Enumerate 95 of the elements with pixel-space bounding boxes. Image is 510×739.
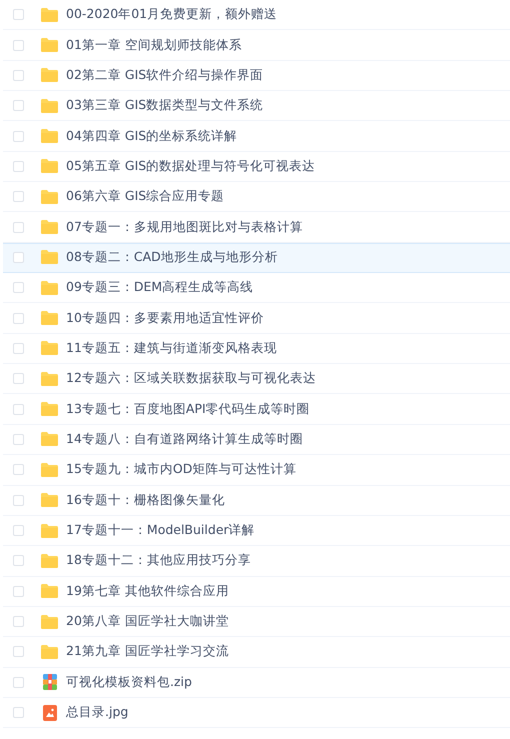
checkbox[interactable] [13,342,24,354]
folder-icon [41,280,58,295]
folder-icon [41,159,58,174]
folder-icon [41,584,58,598]
file-row[interactable]: 可视化模板资料包.zip [3,668,510,698]
folder-icon [41,644,58,659]
folder-icon [41,220,58,234]
file-row[interactable]: 05第五章 GIS的数据处理与符号化可视表达 [3,152,510,182]
checkbox[interactable] [13,616,24,628]
checkbox[interactable] [13,9,24,20]
folder-icon [41,524,58,538]
file-row[interactable]: 08专题二：CAD地形生成与地形分析 [3,242,510,274]
file-name[interactable]: 19第七章 其他软件综合应用 [66,582,229,600]
file-row[interactable]: 06第六章 GIS综合应用专题 [3,182,510,212]
file-row[interactable]: 01第一章 空间规划师技能体系 [3,30,510,61]
file-name[interactable]: 20第八章 国匠学社大咖讲堂 [66,613,229,630]
file-name[interactable]: 21第九章 国匠学社学习交流 [66,643,229,660]
checkbox[interactable] [13,464,24,476]
file-row[interactable]: 10专题四：多要素用地适宜性评价 [3,303,510,334]
file-row[interactable]: 09专题三：DEM高程生成等高线 [3,273,510,304]
checkbox[interactable] [13,222,24,233]
file-name[interactable]: 12专题六：区域关联数据获取与可视化表达 [66,370,316,388]
folder-icon [41,190,58,204]
folder-icon [41,68,58,82]
file-name[interactable]: 10专题四：多要素用地适宜性评价 [66,310,264,327]
file-row[interactable]: 02第二章 GIS软件介绍与操作界面 [3,60,510,92]
checkbox[interactable] [13,555,24,566]
file-name[interactable]: 18专题十二：其他应用技巧分享 [66,552,251,570]
file-name[interactable]: 03第三章 GIS数据类型与文件系统 [66,97,264,114]
file-name[interactable]: 05第五章 GIS的数据处理与符号化可视表达 [66,158,316,175]
folder-icon [41,250,58,264]
checkbox[interactable] [13,252,24,263]
checkbox[interactable] [13,282,24,294]
file-name[interactable]: 16专题十：栅格图像矢量化 [66,492,225,509]
checkbox[interactable] [13,40,24,51]
folder-icon [41,372,58,386]
file-row[interactable]: 20第八章 国匠学社大咖讲堂 [3,606,510,638]
checkbox[interactable] [13,404,24,415]
file-row[interactable]: 11专题五：建筑与街道渐变风格表现 [3,334,510,364]
folder-icon [41,614,58,629]
checkbox[interactable] [13,586,24,597]
file-row[interactable]: 00-2020年01月免费更新，额外赠送 [3,0,510,30]
checkbox[interactable] [13,70,24,81]
checkbox[interactable] [13,160,24,172]
folder-icon [41,462,58,477]
archive-icon [41,674,58,690]
file-name[interactable]: 17专题十一：ModelBuilder详解 [66,522,255,540]
file-name[interactable]: 14专题八：自有道路网络计算生成等时圈 [66,430,303,448]
file-row[interactable]: 18专题十二：其他应用技巧分享 [3,546,510,577]
file-name[interactable]: 08专题二：CAD地形生成与地形分析 [66,248,278,266]
folder-icon [41,493,58,508]
checkbox[interactable] [13,646,24,658]
file-name[interactable]: 09专题三：DEM高程生成等高线 [66,279,254,296]
folder-icon [41,341,58,356]
file-row[interactable]: 16专题十：栅格图像矢量化 [3,486,510,516]
folder-icon [41,554,58,568]
file-row[interactable]: 04第四章 GIS的坐标系统详解 [3,121,510,152]
file-row[interactable]: 14专题八：自有道路网络计算生成等时圈 [3,424,510,456]
checkbox[interactable] [13,100,24,112]
file-name[interactable]: 15专题九：城市内OD矩阵与可达性计算 [66,461,296,478]
file-name[interactable]: 01第一章 空间规划师技能体系 [66,36,242,54]
file-name[interactable]: 00-2020年01月免费更新，额外赠送 [66,6,278,24]
checkbox[interactable] [13,373,24,384]
file-row[interactable]: 21第九章 国匠学社学习交流 [3,637,510,668]
folder-icon [41,432,58,446]
file-name[interactable]: 04第四章 GIS的坐标系统详解 [66,128,238,145]
file-name[interactable]: 02第二章 GIS软件介绍与操作界面 [66,66,264,84]
file-name[interactable]: 06第六章 GIS综合应用专题 [66,188,224,206]
checkbox[interactable] [13,525,24,536]
checkbox[interactable] [13,434,24,445]
checkbox[interactable] [13,676,24,688]
folder-icon [41,98,58,113]
checkbox[interactable] [13,312,24,324]
file-row[interactable]: 17专题十一：ModelBuilder详解 [3,516,510,546]
file-row[interactable]: 12专题六：区域关联数据获取与可视化表达 [3,364,510,394]
file-row[interactable]: 13专题七：百度地图API零代码生成等时圈 [3,394,510,425]
checkbox[interactable] [13,130,24,142]
file-row[interactable]: 03第三章 GIS数据类型与文件系统 [3,91,510,122]
checkbox[interactable] [13,707,24,718]
file-name[interactable]: 总目录.jpg [66,704,128,722]
folder-icon [41,38,58,52]
folder-icon [41,8,58,22]
file-name[interactable]: 13专题七：百度地图API零代码生成等时圈 [66,400,310,418]
file-row[interactable]: 总目录.jpg [3,698,510,728]
folder-icon [41,402,58,416]
file-name[interactable]: 11专题五：建筑与街道渐变风格表现 [66,340,277,357]
folder-icon [41,129,58,144]
image-file-icon [41,704,58,721]
file-name[interactable]: 07专题一：多规用地图斑比对与表格计算 [66,218,303,236]
folder-icon [41,311,58,326]
checkbox[interactable] [13,494,24,506]
file-name[interactable]: 可视化模板资料包.zip [66,674,192,691]
checkbox[interactable] [13,191,24,202]
file-row[interactable]: 19第七章 其他软件综合应用 [3,576,510,607]
file-row[interactable]: 15专题九：城市内OD矩阵与可达性计算 [3,455,510,486]
